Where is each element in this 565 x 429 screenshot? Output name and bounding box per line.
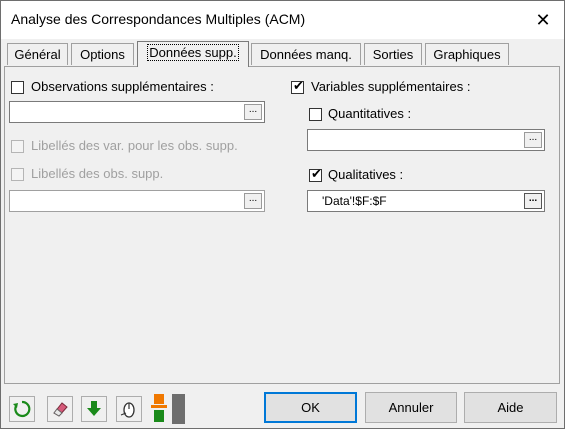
quantitatives-field[interactable]: ... [307,129,545,151]
tab-donnees-supp[interactable]: Données supp. [137,41,249,67]
tab-options[interactable]: Options [71,43,134,65]
tab-general-label: Général [14,47,61,62]
libelles-obs-field[interactable]: ... [9,190,265,212]
eraser-icon [53,402,68,417]
libelles-obs-range-button[interactable]: ... [244,193,262,209]
libelles-var-checkbox[interactable] [11,140,24,153]
tab-graphiques-label: Graphiques [433,47,501,62]
color-swatch-icon[interactable] [151,394,167,424]
obs-supp-range-button[interactable]: ... [244,104,262,120]
mouse-select-icon [120,402,135,418]
download-arrow-icon [87,401,101,416]
checkmark-icon: ✔ [293,78,304,93]
ok-button[interactable]: OK [264,392,357,423]
libelles-var-label: Libellés des var. pour les obs. supp. [31,138,238,153]
qualitatives-range-button[interactable]: ... [524,193,542,209]
tab-sorties[interactable]: Sorties [364,43,422,65]
close-icon[interactable]: ✕ [529,8,557,32]
tab-donnees-supp-label: Données supp. [147,44,239,61]
reset-icon [13,400,31,418]
tab-sorties-label: Sorties [372,47,414,62]
var-supp-checkbox[interactable]: ✔ [291,78,304,94]
move-down-button[interactable] [81,396,107,422]
mouse-select-button[interactable] [116,396,142,422]
tab-graphiques[interactable]: Graphiques [425,43,509,65]
help-button[interactable]: Aide [464,392,557,423]
tab-donnees-manq-label: Données manq. [260,47,352,62]
quantitatives-label: Quantitatives : [328,106,412,121]
window-title: Analyse des Correspondances Multiples (A… [11,11,306,27]
qualitatives-value: 'Data'!$F:$F [322,194,387,208]
libelles-obs-label: Libellés des obs. supp. [31,166,164,181]
quantitatives-checkbox[interactable] [309,108,322,121]
tab-options-label: Options [80,47,125,62]
dialog-window: Analyse des Correspondances Multiples (A… [0,0,565,429]
tab-donnees-manq[interactable]: Données manq. [251,43,361,65]
cancel-button[interactable]: Annuler [365,392,457,423]
qualitatives-label: Qualitatives : [328,167,404,182]
obs-supp-label: Observations supplémentaires : [31,79,214,94]
checkmark-icon: ✔ [311,166,322,181]
eraser-button[interactable] [47,396,73,422]
tab-general[interactable]: Général [7,43,68,65]
var-supp-label: Variables supplémentaires : [311,79,471,94]
reset-button[interactable] [9,396,35,422]
obs-supp-field[interactable]: ... [9,101,265,123]
obs-supp-checkbox[interactable] [11,81,24,94]
title-bar: Analyse des Correspondances Multiples (A… [1,1,564,39]
qualitatives-checkbox[interactable]: ✔ [309,166,322,182]
libelles-obs-checkbox[interactable] [11,168,24,181]
quantitatives-range-button[interactable]: ... [524,132,542,148]
grey-bar-icon[interactable] [172,394,185,424]
qualitatives-field[interactable]: 'Data'!$F:$F ... [307,190,545,212]
